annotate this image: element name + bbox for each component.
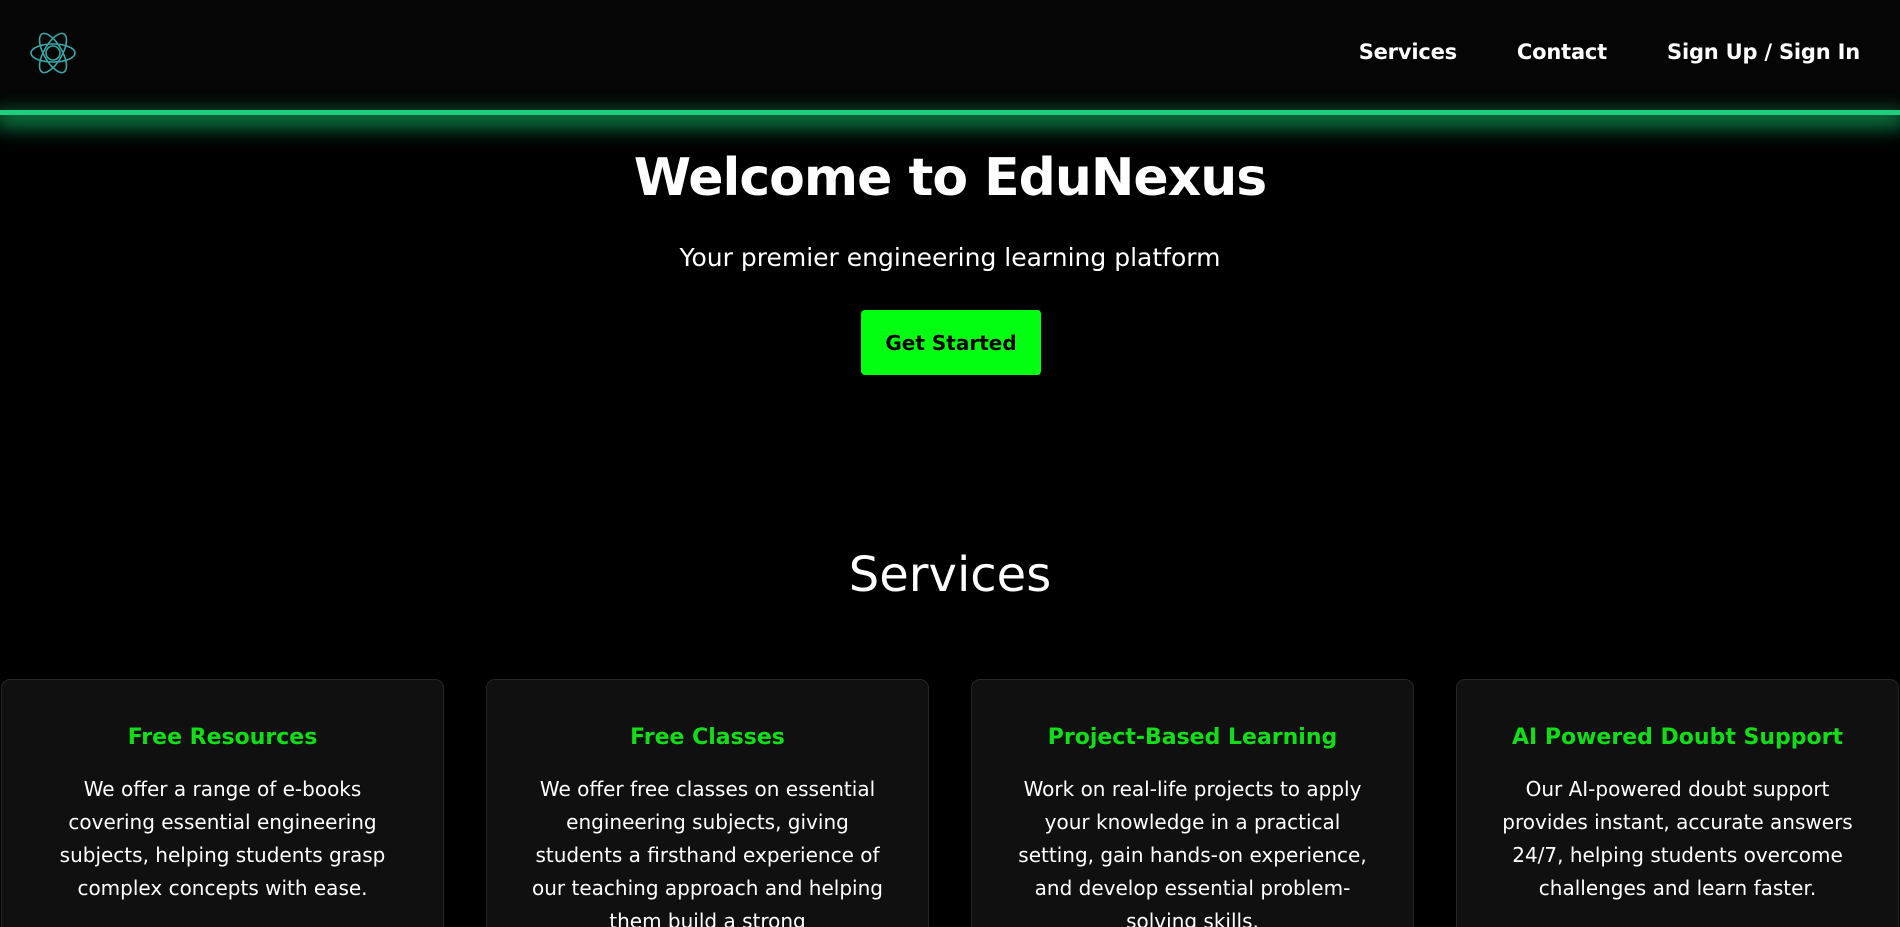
nav-contact-link[interactable]: Contact [1517, 40, 1607, 64]
main-nav: Services Contact Sign Up / Sign In [1359, 40, 1860, 64]
nav-signup-signin-link[interactable]: Sign Up / Sign In [1667, 40, 1860, 64]
service-card-free-classes: Free Classes We offer free classes on es… [486, 679, 929, 927]
site-header: Services Contact Sign Up / Sign In [0, 0, 1900, 112]
service-card-description: We offer a range of e-books covering ess… [59, 777, 386, 900]
service-card-title: Free Classes [630, 725, 785, 750]
service-card-title: AI Powered Doubt Support [1512, 725, 1843, 750]
service-card-title: Free Resources [127, 725, 318, 750]
hero-subtitle: Your premier engineering learning platfo… [679, 243, 1221, 272]
logo-graphic [30, 32, 76, 74]
service-card-description: Our AI-powered doubt support provides in… [1502, 777, 1853, 900]
get-started-button[interactable]: Get Started [861, 310, 1041, 375]
atom-icon[interactable] [28, 28, 78, 78]
header-glow-divider [0, 110, 1900, 115]
service-card-free-resources: Free Resources We offer a range of e-boo… [1, 679, 444, 927]
service-card-description: We offer free classes on essential engin… [532, 777, 883, 927]
hero-title: Welcome to EduNexus [633, 148, 1267, 208]
page: Services Contact Sign Up / Sign In Welco… [0, 0, 1900, 927]
service-card-description: Work on real-life projects to apply your… [1018, 777, 1367, 927]
service-card-ai-doubt-support: AI Powered Doubt Support Our AI-powered … [1456, 679, 1899, 927]
service-card-title: Project-Based Learning [1047, 725, 1338, 750]
nav-services-link[interactable]: Services [1359, 40, 1457, 64]
services-cards: Free Resources We offer a range of e-boo… [1, 679, 1900, 927]
service-card-project-based-learning: Project-Based Learning Work on real-life… [971, 679, 1414, 927]
services-heading: Services [848, 547, 1052, 603]
